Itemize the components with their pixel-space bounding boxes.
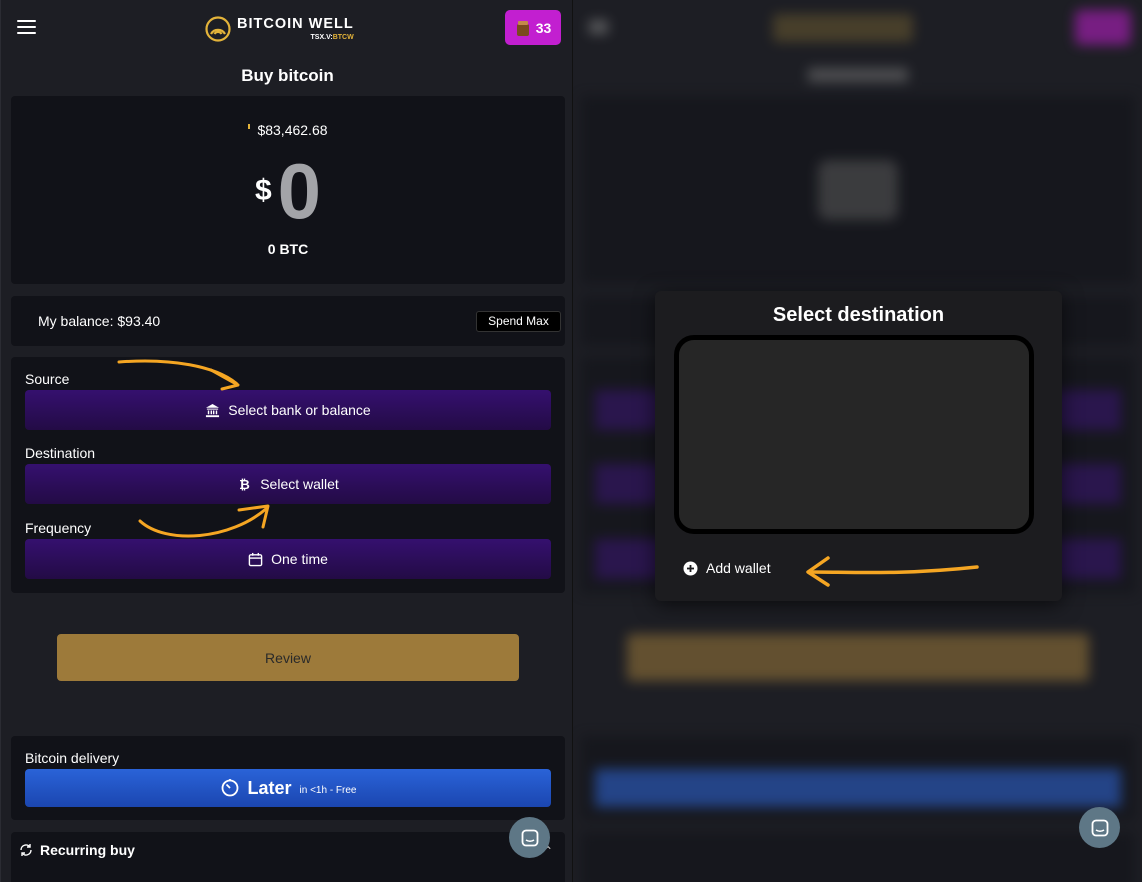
delivery-eta: in <1h - Free — [299, 785, 357, 796]
price-indicator-icon — [248, 124, 251, 129]
amount-input[interactable]: $0 — [11, 146, 565, 237]
source-label: Source — [25, 371, 70, 387]
add-wallet-button[interactable]: Add wallet — [683, 560, 771, 576]
add-wallet-label: Add wallet — [706, 560, 771, 576]
logo-mark-icon — [205, 16, 231, 42]
chat-icon — [1091, 819, 1108, 836]
bucket-icon — [516, 20, 529, 36]
bitcoin-icon: ₿ — [239, 478, 250, 492]
recurring-icon — [20, 844, 32, 856]
select-source-label: Select bank or balance — [228, 402, 371, 418]
amount-value: 0 — [277, 147, 322, 235]
timer-icon — [221, 779, 238, 797]
balance-text: My balance: $93.40 — [38, 313, 161, 329]
review-button[interactable]: Review — [57, 634, 519, 681]
recurring-buy-section[interactable]: Recurring buy ⌃ — [11, 832, 565, 882]
balance-card: My balance: $93.40 Spend Max — [11, 296, 565, 346]
page-title: Buy bitcoin — [241, 66, 334, 85]
modal-title: Select destination — [772, 304, 945, 326]
bank-icon — [206, 403, 220, 417]
select-source-button[interactable]: Select bank or balance — [25, 390, 551, 430]
logo-name: BITCOIN WELL — [237, 16, 354, 33]
delivery-speed: Later — [247, 777, 292, 798]
calendar-icon — [248, 552, 263, 566]
chat-support-button-right[interactable] — [1079, 807, 1120, 848]
badge-count: 33 — [535, 19, 552, 36]
order-form: Source Select bank or balance Destinatio… — [11, 357, 565, 593]
select-destination-modal: Select destination Add wallet — [655, 291, 1062, 601]
delivery-label: Bitcoin delivery — [25, 750, 120, 766]
frequency-button[interactable]: One time — [25, 539, 551, 579]
wallet-list[interactable] — [674, 335, 1034, 534]
select-wallet-button[interactable]: ₿ Select wallet — [25, 464, 551, 504]
frequency-value: One time — [271, 551, 328, 567]
destination-label: Destination — [25, 445, 96, 461]
recurring-buy-label: Recurring buy — [40, 842, 135, 858]
buy-screen-right: Select destination Add wallet — [573, 0, 1142, 882]
buy-screen-left: BITCOIN WELL TSX.V:BTCW 33 Buy bitcoin $… — [0, 0, 573, 882]
chat-icon — [521, 829, 538, 846]
select-wallet-label: Select wallet — [260, 476, 339, 492]
ticker-symbol: BTCW — [332, 33, 354, 41]
chat-support-button[interactable] — [509, 817, 550, 858]
ticker-prefix: TSX.V: — [310, 33, 333, 41]
plus-circle-icon — [683, 561, 698, 575]
delivery-card: Bitcoin delivery Later in <1h - Free — [11, 736, 565, 820]
spend-max-button[interactable]: Spend Max — [476, 311, 561, 332]
btc-price: $83,462.68 — [257, 122, 328, 138]
delivery-speed-button[interactable]: Later in <1h - Free — [25, 769, 551, 807]
frequency-label: Frequency — [25, 520, 92, 536]
bitcoin-well-logo[interactable]: BITCOIN WELL TSX.V:BTCW — [205, 14, 354, 44]
amount-card: $83,462.68 $0 0 BTC — [11, 96, 565, 284]
currency-symbol: $ — [254, 174, 272, 207]
rewards-badge[interactable]: 33 — [505, 10, 561, 45]
btc-amount: 0 BTC — [267, 241, 309, 257]
hamburger-menu-icon[interactable] — [17, 20, 36, 34]
svg-text:₿: ₿ — [239, 478, 250, 492]
